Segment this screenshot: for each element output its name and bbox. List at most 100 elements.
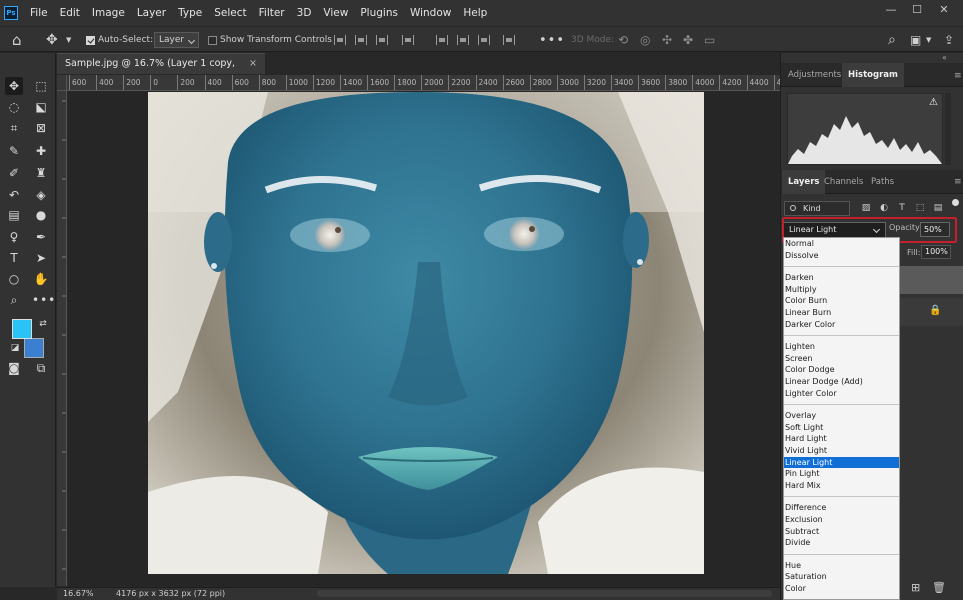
workspace-chevron-down-icon[interactable]: ▼ (926, 27, 931, 53)
eyedropper-tool-icon[interactable]: ✎ (5, 142, 23, 160)
default-colors-icon[interactable]: ◪ (6, 339, 24, 357)
roll-3d-icon[interactable]: ◎ (640, 27, 650, 53)
blend-mode-option-dissolve[interactable]: Dissolve (784, 250, 899, 262)
gradient-tool-icon[interactable]: ▤ (5, 206, 23, 224)
document-canvas[interactable] (68, 92, 779, 586)
type-layer-filter-icon[interactable]: T (897, 203, 907, 213)
blend-mode-option-hard-mix[interactable]: Hard Mix (784, 480, 899, 492)
blend-mode-option-multiply[interactable]: Multiply (784, 284, 899, 296)
menu-filter[interactable]: Filter (253, 0, 291, 26)
blend-mode-option-pin-light[interactable]: Pin Light (784, 468, 899, 480)
fill-input[interactable]: 100% (921, 245, 951, 259)
vertical-ruler[interactable] (57, 91, 67, 586)
lasso-tool-icon[interactable]: ◌ (5, 98, 23, 116)
swap-colors-icon[interactable]: ⇄ (34, 315, 52, 333)
auto-select-target-select[interactable]: Layer (154, 32, 200, 48)
menu-image[interactable]: Image (86, 0, 131, 26)
document-tab[interactable]: Sample.jpg @ 16.7% (Layer 1 copy, RGB/8)… (57, 53, 265, 89)
blend-mode-option-hard-light[interactable]: Hard Light (784, 433, 899, 445)
blend-mode-option-divide[interactable]: Divide (784, 537, 899, 549)
collapse-panels-icon[interactable]: « (942, 53, 947, 62)
blend-mode-option-subtract[interactable]: Subtract (784, 526, 899, 538)
zoom-tool-icon[interactable]: ⌕ (5, 291, 23, 309)
blend-mode-option-linear-burn[interactable]: Linear Burn (784, 307, 899, 319)
histogram-scrollbar[interactable] (945, 93, 951, 165)
warning-icon[interactable]: ⚠ (929, 97, 938, 108)
shape-layer-filter-icon[interactable]: ⬚ (915, 203, 925, 213)
blend-mode-option-overlay[interactable]: Overlay (784, 410, 899, 422)
more-tools-icon[interactable]: ••• (32, 291, 55, 309)
pixel-layer-filter-icon[interactable]: ▨ (861, 203, 871, 213)
menu-3d[interactable]: 3D (291, 0, 318, 26)
horizontal-scrollbar[interactable] (317, 590, 772, 597)
kind-filter-select[interactable]: Kind (784, 201, 850, 216)
menu-select[interactable]: Select (208, 0, 252, 26)
align-left-icon[interactable] (334, 27, 346, 53)
align-right-icon[interactable] (376, 27, 388, 53)
blend-mode-option-darken[interactable]: Darken (784, 272, 899, 284)
blend-mode-option-color[interactable]: Color (784, 583, 899, 595)
distribute-v-icon[interactable] (503, 27, 515, 53)
home-icon[interactable]: ⌂ (12, 27, 22, 53)
screen-mode-icon[interactable]: ⧉ (32, 359, 50, 377)
zoom-level[interactable]: 16.67% (63, 589, 94, 598)
healing-brush-tool-icon[interactable]: ✚ (32, 142, 50, 160)
object-select-tool-icon[interactable]: ⬕ (32, 98, 50, 116)
horizontal-ruler[interactable]: 600 400 200 0 200 400 600 800 1000 1200 1400 1600 18… (67, 75, 780, 91)
blend-mode-option-linear-dodge-add[interactable]: Linear Dodge (Add) (784, 376, 899, 388)
blend-mode-option-vivid-light[interactable]: Vivid Light (784, 445, 899, 457)
align-center-h-icon[interactable] (355, 27, 367, 53)
history-brush-tool-icon[interactable]: ↶ (5, 186, 23, 204)
close-tab-icon[interactable]: × (249, 54, 257, 74)
dodge-tool-icon[interactable]: ♀ (5, 228, 23, 246)
blend-mode-option-difference[interactable]: Difference (784, 502, 899, 514)
delete-layer-icon[interactable]: 🗑 (932, 581, 946, 594)
ruler-origin[interactable] (57, 75, 67, 91)
smart-object-filter-icon[interactable]: ▤ (933, 203, 943, 213)
menu-help[interactable]: Help (457, 0, 493, 26)
background-color-swatch[interactable] (24, 338, 44, 358)
menu-type[interactable]: Type (172, 0, 208, 26)
adjustment-layer-filter-icon[interactable]: ◐ (879, 203, 889, 213)
blend-mode-option-exclusion[interactable]: Exclusion (784, 514, 899, 526)
hand-tool-icon[interactable]: ✋ (32, 270, 50, 288)
align-middle-v-icon[interactable] (457, 27, 469, 53)
menu-window[interactable]: Window (404, 0, 457, 26)
close-icon[interactable]: ✕ (932, 0, 956, 20)
orbit-3d-icon[interactable]: ⟲ (618, 27, 628, 53)
tool-preset-chevron-down-icon[interactable]: ▼ (66, 27, 71, 53)
blend-mode-option-darker-color[interactable]: Darker Color (784, 319, 899, 331)
brush-tool-icon[interactable]: ✐ (5, 164, 23, 182)
align-top-icon[interactable] (436, 27, 448, 53)
blend-mode-option-color-dodge[interactable]: Color Dodge (784, 364, 899, 376)
scale-3d-icon[interactable]: ▭ (704, 27, 715, 53)
tab-paths[interactable]: Paths (865, 170, 900, 194)
panel-menu-icon[interactable]: ≡ (954, 71, 962, 81)
filter-toggle-icon[interactable] (952, 199, 959, 206)
workspace-icon[interactable]: ▣ (910, 27, 921, 53)
inverted-portrait-image[interactable] (148, 92, 704, 574)
marquee-tool-icon[interactable]: ⬚ (32, 77, 50, 95)
ellipse-tool-icon[interactable]: ○ (5, 270, 23, 288)
search-icon[interactable]: ⌕ (888, 27, 896, 53)
blend-mode-option-normal[interactable]: Normal (784, 238, 899, 250)
layers-panel-menu-icon[interactable]: ≡ (954, 177, 962, 187)
restore-icon[interactable]: ☐ (905, 0, 929, 20)
blend-mode-option-saturation[interactable]: Saturation (784, 571, 899, 583)
crop-tool-icon[interactable]: ⌗ (5, 119, 23, 137)
tab-histogram[interactable]: Histogram (842, 63, 904, 87)
path-select-tool-icon[interactable]: ➤ (32, 249, 50, 267)
menu-view[interactable]: View (317, 0, 354, 26)
menu-file[interactable]: File (24, 0, 54, 26)
eraser-tool-icon[interactable]: ◈ (32, 186, 50, 204)
menu-edit[interactable]: Edit (54, 0, 86, 26)
clone-stamp-tool-icon[interactable]: ♜ (32, 164, 50, 182)
blend-mode-option-color-burn[interactable]: Color Burn (784, 295, 899, 307)
align-bottom-icon[interactable] (478, 27, 490, 53)
menu-layer[interactable]: Layer (131, 0, 172, 26)
tab-channels[interactable]: Channels (818, 170, 869, 194)
auto-select-checkbox[interactable]: Auto-Select: (86, 27, 153, 53)
show-transform-checkbox[interactable]: Show Transform Controls (208, 27, 332, 53)
move-tool-icon[interactable]: ✥ (46, 27, 58, 53)
slide-3d-icon[interactable]: ✤ (683, 27, 693, 53)
